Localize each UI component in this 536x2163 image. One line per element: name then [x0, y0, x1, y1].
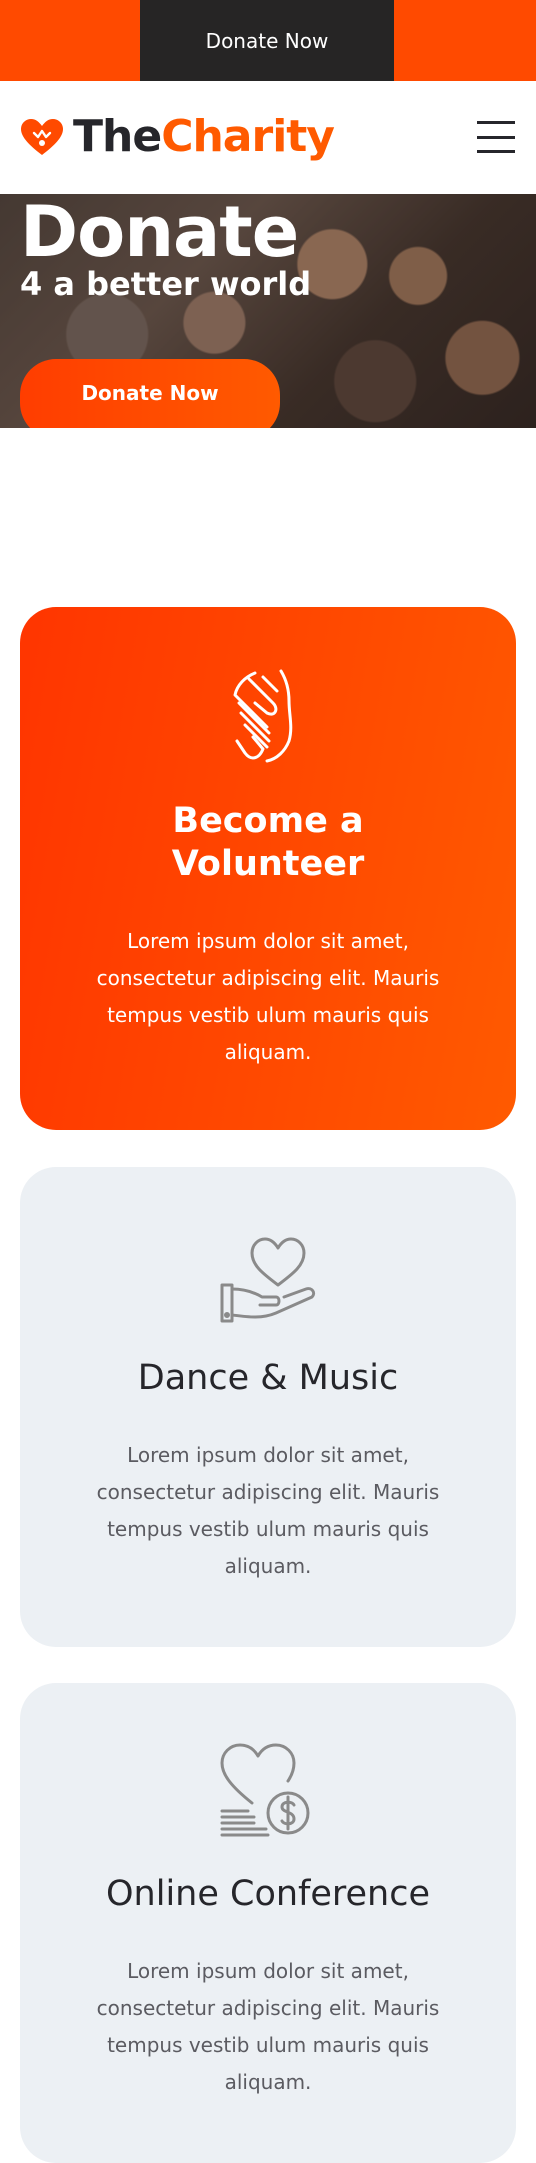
card-title: Online Conference	[105, 1874, 431, 1914]
hero-subtitle: 4 a better world	[20, 265, 312, 303]
brand-name: TheCharity	[73, 115, 335, 159]
handshake-icon	[233, 669, 293, 763]
card-text: Lorem ipsum dolor sit amet, consectetur …	[96, 929, 440, 1064]
card-title: Become a Volunteer	[171, 801, 365, 884]
online-conference-card[interactable]: Online Conference Lorem ipsum dolor sit …	[20, 1683, 516, 2163]
hero-banner: Donate 4 a better world Donate Now	[0, 194, 536, 428]
volunteer-card[interactable]: Become a Volunteer Lorem ipsum dolor sit…	[20, 607, 516, 1130]
heart-coins-icon	[220, 1743, 310, 1837]
top-bar: Donate Now	[0, 0, 536, 81]
brand-charity: Charity	[161, 111, 335, 162]
heart-hands-logo-icon	[21, 119, 63, 155]
donate-now-hero-button[interactable]: Donate Now	[20, 359, 280, 428]
card-text: Lorem ipsum dolor sit amet, consectetur …	[96, 1443, 440, 1578]
hamburger-menu-icon[interactable]	[477, 121, 515, 153]
heart-in-hand-icon	[220, 1237, 316, 1323]
card-text: Lorem ipsum dolor sit amet, consectetur …	[96, 1959, 440, 2094]
hero-title: Donate	[20, 194, 299, 273]
logo[interactable]: TheCharity	[19, 115, 335, 159]
card-title: Dance & Music	[137, 1358, 399, 1398]
site-header: TheCharity	[0, 81, 536, 194]
brand-the: The	[73, 111, 162, 162]
dance-music-card[interactable]: Dance & Music Lorem ipsum dolor sit amet…	[20, 1167, 516, 1647]
donate-now-top-button[interactable]: Donate Now	[140, 0, 394, 81]
